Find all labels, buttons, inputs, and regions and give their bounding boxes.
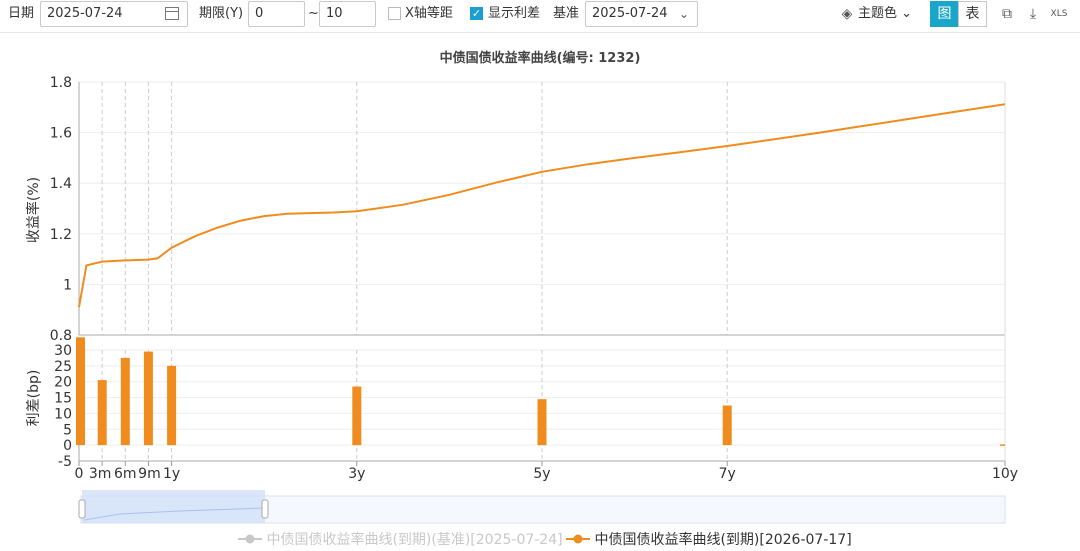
legend-label-current: 中债国债收益率曲线(到期)[2026-07-17] xyxy=(594,532,852,548)
datazoom-handle-right xyxy=(261,499,269,519)
spread-axis-title: 利差(bp) xyxy=(26,370,42,427)
y-axis-title: 收益率(%) xyxy=(25,177,42,243)
spread-tick-label: 0 xyxy=(63,438,72,454)
x-tick-label: 3y xyxy=(348,466,365,482)
spread-bar xyxy=(97,380,107,446)
legend-marker-current xyxy=(566,534,590,544)
legend-marker-base xyxy=(238,534,262,544)
legend-item-current[interactable]: 中债国债收益率曲线(到期)[2026-07-17] xyxy=(566,531,852,549)
y-tick-label: 1.6 xyxy=(50,126,72,142)
y-tick-label: 0.8 xyxy=(50,328,72,344)
spread-bar xyxy=(76,337,85,446)
spread-tick-label: 20 xyxy=(54,375,72,391)
x-tick-label: 9m xyxy=(138,466,161,482)
x-tick-label: 0 xyxy=(75,466,84,482)
spread-tick-label: -5 xyxy=(58,454,72,470)
x-tick-label: 1y xyxy=(163,466,180,482)
x-tick-label: 6m xyxy=(114,466,137,482)
y-tick-label: 1.4 xyxy=(50,176,72,192)
spread-bar xyxy=(352,386,362,446)
spread-bar xyxy=(537,399,547,446)
spread-tick-label: 15 xyxy=(54,391,72,407)
x-tick-label: 3m xyxy=(89,466,112,482)
yield-curve-chart: 中债国债收益率曲线(编号: 1232)0.811.21.41.61.8-5051… xyxy=(25,50,1018,524)
datazoom-handle-left xyxy=(78,499,86,519)
y-tick-label: 1.8 xyxy=(50,75,72,91)
spread-bar xyxy=(143,351,153,446)
y-tick-label: 1 xyxy=(63,277,72,293)
spread-tick-label: 5 xyxy=(63,422,72,438)
spread-tick-label: 10 xyxy=(54,406,72,422)
spread-bar xyxy=(167,365,177,446)
spread-tick-label: 30 xyxy=(54,343,72,359)
y-tick-label: 1.2 xyxy=(50,227,72,243)
spread-bar xyxy=(722,405,732,446)
x-tick-label: 7y xyxy=(719,466,736,482)
x-tick-label: 5y xyxy=(533,466,550,482)
spread-tick-label: 25 xyxy=(54,359,72,375)
spread-bar xyxy=(120,357,130,446)
legend-item-base[interactable]: 中债国债收益率曲线(到期)(基准)[2025-07-24] xyxy=(238,531,563,549)
datazoom-selection xyxy=(82,490,265,523)
chart-title: 中债国债收益率曲线(编号: 1232) xyxy=(440,50,641,66)
x-tick-label: 10y xyxy=(992,466,1018,482)
legend-label-base: 中债国债收益率曲线(到期)(基准)[2025-07-24] xyxy=(266,532,563,548)
